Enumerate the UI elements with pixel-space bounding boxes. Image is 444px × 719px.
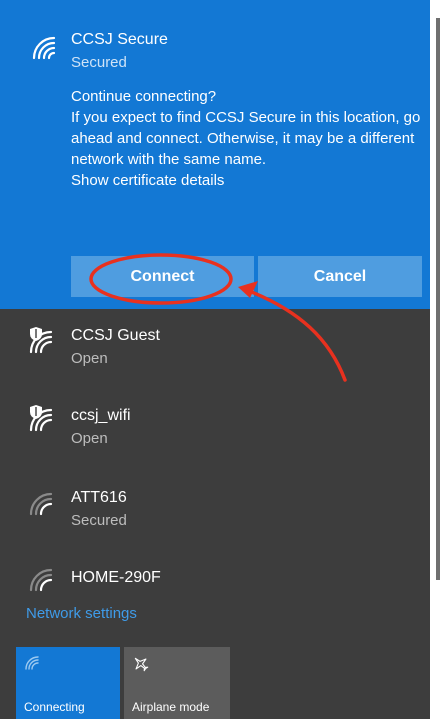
quick-action-wifi[interactable]: Connecting — [16, 647, 120, 719]
prompt-title: Continue connecting? — [71, 88, 217, 105]
network-status: Secured — [71, 512, 127, 529]
active-network-name: CCSJ Secure — [71, 31, 168, 48]
wifi-open-shield-icon — [29, 405, 53, 432]
show-certificate-link[interactable]: Show certificate details — [71, 170, 421, 191]
active-network-panel: CCSJ Secure Secured Continue connecting?… — [0, 0, 430, 309]
network-settings-link[interactable]: Network settings — [26, 605, 137, 622]
connect-button[interactable]: Connect — [71, 256, 254, 297]
wifi-weak-icon — [29, 492, 53, 516]
cancel-button[interactable]: Cancel — [258, 256, 422, 297]
scrollbar-thumb[interactable] — [436, 18, 440, 580]
network-status: Open — [71, 430, 108, 447]
quick-action-label: Airplane mode — [132, 700, 210, 714]
quick-action-label: Connecting — [24, 700, 85, 714]
network-status: Open — [71, 350, 108, 367]
network-name: ccsj_wifi — [71, 407, 131, 424]
wifi-icon — [25, 656, 39, 670]
airplane-icon — [134, 657, 149, 672]
active-network-status: Secured — [71, 54, 127, 71]
network-name: ATT616 — [71, 489, 127, 506]
wifi-weak-icon — [29, 568, 53, 592]
network-name: HOME-290F — [71, 569, 161, 586]
network-flyout: CCSJ Secure Secured Continue connecting?… — [0, 0, 430, 719]
quick-action-airplane-mode[interactable]: Airplane mode — [124, 647, 230, 719]
connect-prompt: Continue connecting? If you expect to fi… — [71, 86, 421, 191]
wifi-open-shield-icon — [29, 327, 53, 354]
prompt-body: If you expect to find CCSJ Secure in thi… — [71, 109, 421, 168]
network-name: CCSJ Guest — [71, 327, 160, 344]
wifi-icon — [32, 36, 56, 60]
